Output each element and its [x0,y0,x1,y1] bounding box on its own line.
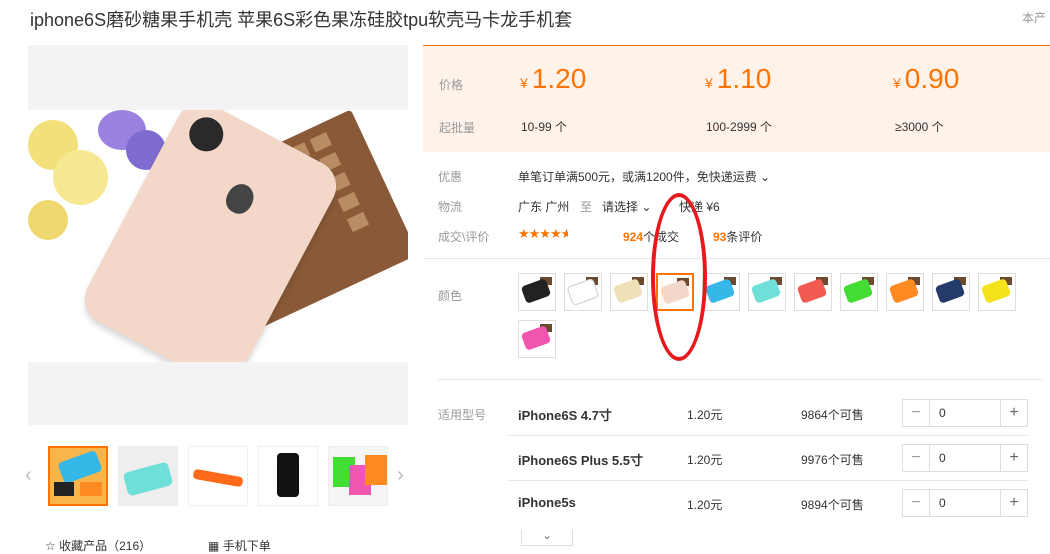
moq-label: 起批量 [439,121,476,135]
model-stock: 9976个可售 [801,453,864,467]
quantity-stepper: − 0 + [902,489,1028,517]
model-label: 适用型号 [438,408,487,422]
minus-button[interactable]: − [903,445,930,471]
divider [438,379,1043,380]
color-swatch[interactable] [840,273,878,311]
thumbnail-2[interactable] [118,446,178,506]
chevron-down-icon: ⌄ [760,170,771,184]
destination-select[interactable]: 请选择 ⌄ [602,198,651,215]
model-stock: 9894个可售 [801,498,864,512]
thumbnail-4[interactable] [258,446,318,506]
divider [508,435,1028,436]
color-swatch[interactable] [610,273,648,311]
color-swatch[interactable] [794,273,832,311]
model-price: 1.20元 [687,408,723,422]
price-panel: 价格 起批量 ¥1.20 10-99 个 ¥1.10 100-2999 个 ¥0… [423,45,1050,152]
plus-button[interactable]: + [1000,400,1027,426]
color-swatch[interactable] [932,273,970,311]
mobile-order-button[interactable]: ▦ 手机下单 [208,537,271,554]
divider [423,258,1050,259]
quantity-input[interactable]: 0 [939,496,946,510]
model-name: iPhone6S Plus 5.5寸 [518,453,643,468]
product-title: iphone6S磨砂糖果手机壳 苹果6S彩色果冻硅胶tpu软壳马卡龙手机套 [30,10,573,30]
thumbnail-5[interactable] [328,446,388,506]
model-stock: 9864个可售 [801,408,864,422]
qty-tier-2: 100-2999 个 [706,120,773,134]
minus-button[interactable]: − [903,400,930,426]
quantity-input[interactable]: 0 [939,451,946,465]
color-swatch[interactable] [748,273,786,311]
minus-button[interactable]: − [903,490,930,516]
chevron-left-icon[interactable]: ‹ [25,464,32,487]
color-swatch[interactable] [518,273,556,311]
product-photo [28,110,408,362]
chevron-right-icon[interactable]: › [397,464,404,487]
chevron-down-icon: ⌄ [641,200,652,214]
annotation-circle [651,193,707,361]
model-price: 1.20元 [687,498,723,512]
qty-tier-3: ≥3000 个 [895,120,944,134]
promo-text[interactable]: 单笔订单满500元，或满1200件，免快递运费 ⌄ [518,168,770,185]
review-count[interactable]: 93条评价 [713,228,762,245]
price-tier-3: ¥0.90 [893,63,960,94]
color-swatch[interactable] [978,273,1016,311]
color-label: 颜色 [438,289,463,303]
price-tier-1: ¥1.20 [520,63,587,94]
promo-label: 优惠 [438,170,463,184]
shipping-origin: 广东 广州 [518,200,570,214]
quantity-stepper: − 0 + [902,399,1028,427]
color-swatch[interactable] [564,273,602,311]
shipping-label: 物流 [438,200,463,214]
main-product-image [28,45,408,425]
favorite-button[interactable]: ☆ 收藏产品（216） [45,537,151,554]
thumbnail-1[interactable] [48,446,108,506]
top-right-link[interactable]: 本产 [1022,9,1046,26]
reviews-label: 成交\评价 [438,230,490,244]
quantity-input[interactable]: 0 [939,406,946,420]
model-name: iPhone6S 4.7寸 [518,408,612,423]
shipping-to: 至 [580,200,593,214]
quantity-stepper: − 0 + [902,444,1028,472]
apple-logo-icon [221,179,259,219]
chevron-down-icon: ⌄ [542,530,552,542]
qrcode-icon: ▦ [208,539,220,553]
color-swatch[interactable] [518,320,556,358]
expand-more-button[interactable]: ⌄ [521,530,573,546]
star-outline-icon: ☆ [45,539,56,553]
price-label: 价格 [439,78,464,92]
plus-button[interactable]: + [1000,445,1027,471]
plus-button[interactable]: + [1000,490,1027,516]
color-swatch[interactable] [702,273,740,311]
thumbnail-strip: ‹ › [20,446,415,506]
thumbnail-3[interactable] [188,446,248,506]
color-swatch[interactable] [886,273,924,311]
divider [508,480,1028,481]
rating-stars-icon: ★★★★★ [518,226,568,241]
model-price: 1.20元 [687,453,723,467]
price-tier-2: ¥1.10 [705,63,772,94]
qty-tier-1: 10-99 个 [521,120,568,134]
model-name: iPhone5s [518,495,576,510]
